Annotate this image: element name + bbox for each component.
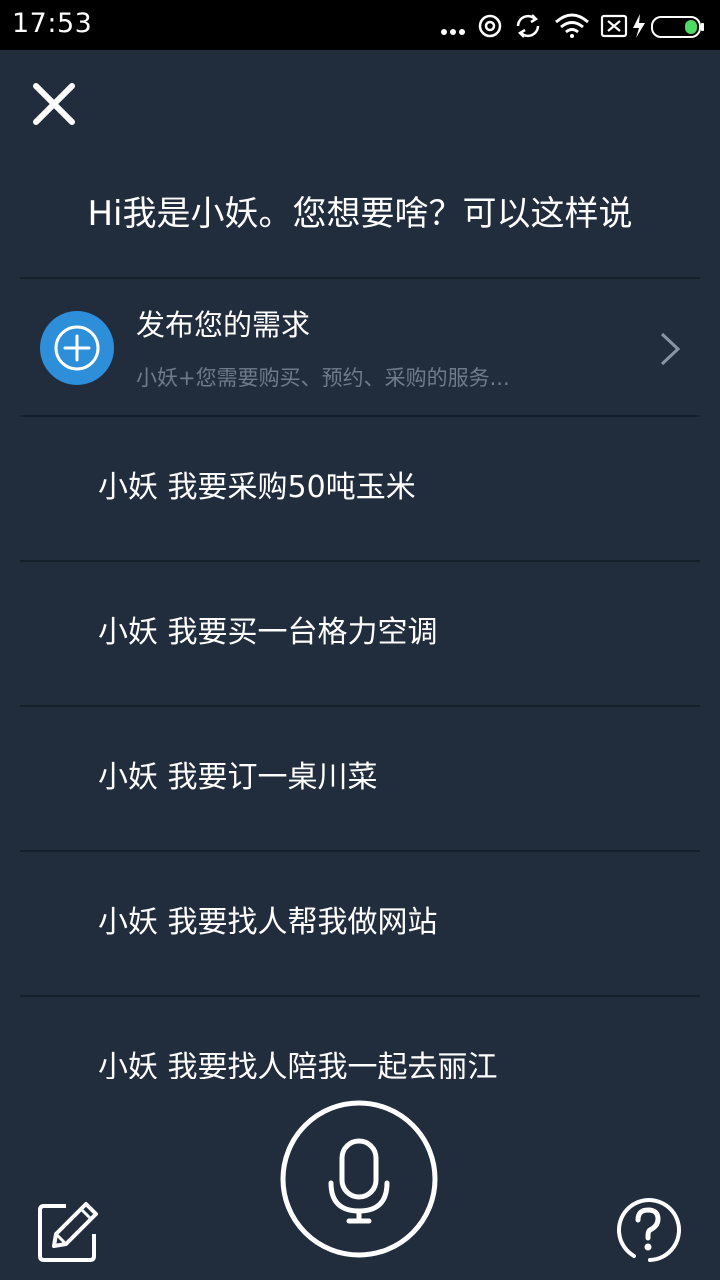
sim-card-x-icon: [600, 14, 628, 38]
alarm-icon: [478, 14, 502, 38]
battery-icon: [651, 16, 704, 38]
example-text: 小妖 我要买一台格力空调: [98, 615, 438, 650]
more-dots-icon: [441, 29, 465, 35]
sync-icon: [516, 14, 540, 38]
page-title: Hi我是小妖。您想要啥？可以这样说: [87, 194, 633, 234]
assistant-screen: 17:53 Hi我是小妖。您想要啥？可以这样说 发布您的需求 小妖+您需要购买、…: [0, 0, 720, 1280]
example-item-2[interactable]: 小妖 我要买一台格力空调: [20, 562, 700, 705]
help-icon: [617, 1198, 681, 1262]
wifi-icon: [555, 13, 589, 38]
close-button[interactable]: [26, 76, 82, 132]
example-item-3[interactable]: 小妖 我要订一桌川菜: [20, 707, 700, 850]
example-item-1[interactable]: 小妖 我要采购50吨玉米: [20, 417, 700, 560]
voice-input-button[interactable]: [279, 1099, 439, 1259]
edit-icon: [38, 1202, 98, 1262]
suggestion-list: 发布您的需求 小妖+您需要购买、预约、采购的服务... 小妖 我要采购50吨玉米…: [20, 277, 700, 1140]
example-item-4[interactable]: 小妖 我要找人帮我做网站: [20, 852, 700, 995]
example-text: 小妖 我要订一桌川菜: [98, 760, 378, 795]
status-bar: 17:53: [0, 0, 720, 50]
plus-circle-icon: [40, 311, 114, 385]
help-button[interactable]: [614, 1196, 682, 1264]
publish-demand-subtitle: 小妖+您需要购买、预约、采购的服务...: [136, 366, 510, 390]
close-icon: [33, 83, 75, 125]
charging-bolt-icon: [633, 14, 645, 38]
status-time: 17:53: [12, 8, 93, 39]
example-text: 小妖 我要找人帮我做网站: [98, 905, 438, 940]
example-text: 小妖 我要采购50吨玉米: [98, 470, 416, 505]
publish-demand-item[interactable]: 发布您的需求 小妖+您需要购买、预约、采购的服务...: [20, 279, 700, 415]
edit-button[interactable]: [36, 1200, 102, 1264]
publish-demand-title: 发布您的需求: [136, 308, 311, 342]
status-icons: [438, 10, 708, 42]
chevron-right-icon: [658, 331, 682, 367]
microphone-icon: [280, 1100, 438, 1258]
